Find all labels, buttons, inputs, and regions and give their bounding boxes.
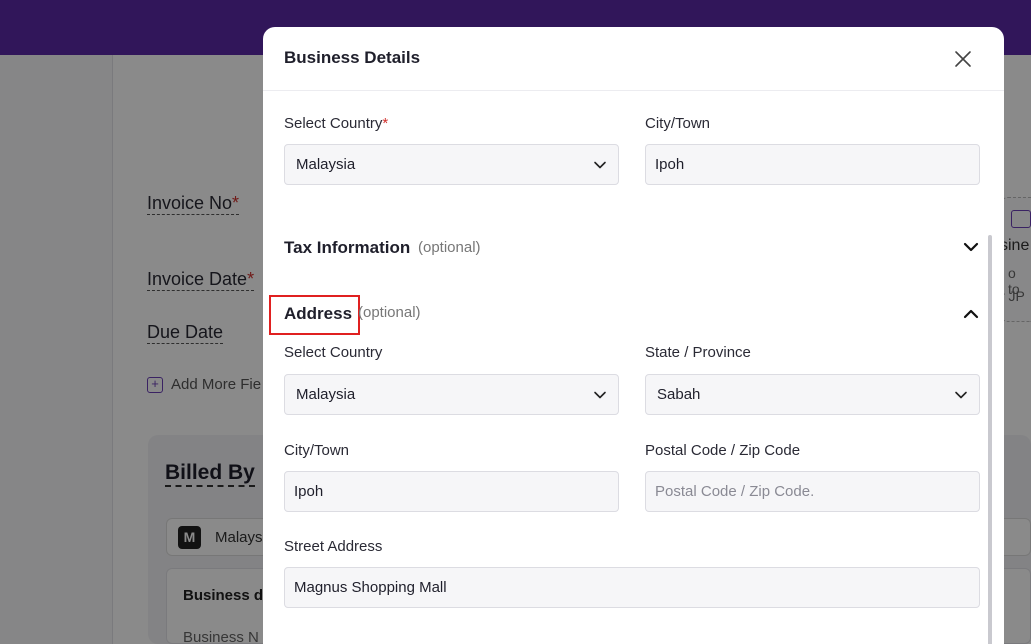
modal-header: Business Details: [263, 27, 1004, 91]
close-button[interactable]: [951, 47, 975, 71]
address-toggle[interactable]: [962, 305, 980, 323]
chevron-down-icon: [594, 161, 606, 168]
chevron-up-icon: [963, 309, 979, 319]
street-address-label: Street Address: [284, 538, 383, 555]
tax-information-title[interactable]: Tax Information: [284, 238, 410, 258]
city-input[interactable]: Ipoh: [645, 144, 980, 185]
country-select[interactable]: Malaysia: [284, 144, 619, 185]
close-icon: [955, 51, 971, 67]
modal-title: Business Details: [284, 48, 421, 67]
address-country-select[interactable]: Malaysia: [284, 374, 619, 415]
business-details-modal: Business Details Select Country* Malaysi…: [263, 27, 1004, 644]
address-title[interactable]: Address: [284, 304, 352, 324]
modal-scrollbar[interactable]: [988, 235, 992, 644]
tax-information-toggle[interactable]: [962, 238, 980, 256]
address-city-label: City/Town: [284, 442, 350, 459]
postal-code-input[interactable]: Postal Code / Zip Code.: [645, 471, 980, 512]
chevron-down-icon: [594, 391, 606, 398]
city-label: City/Town: [645, 115, 711, 132]
address-country-label: Select Country: [284, 344, 383, 361]
state-province-label: State / Province: [645, 344, 751, 361]
postal-code-label: Postal Code / Zip Code: [645, 442, 801, 459]
address-optional: (optional): [358, 304, 421, 321]
chevron-down-icon: [955, 391, 967, 398]
state-province-select[interactable]: Sabah: [645, 374, 980, 415]
country-label: Select Country*: [284, 115, 389, 132]
street-address-input[interactable]: Magnus Shopping Mall: [284, 567, 980, 608]
address-city-input[interactable]: Ipoh: [284, 471, 619, 512]
tax-information-optional: (optional): [418, 239, 481, 256]
chevron-down-icon: [963, 242, 979, 252]
